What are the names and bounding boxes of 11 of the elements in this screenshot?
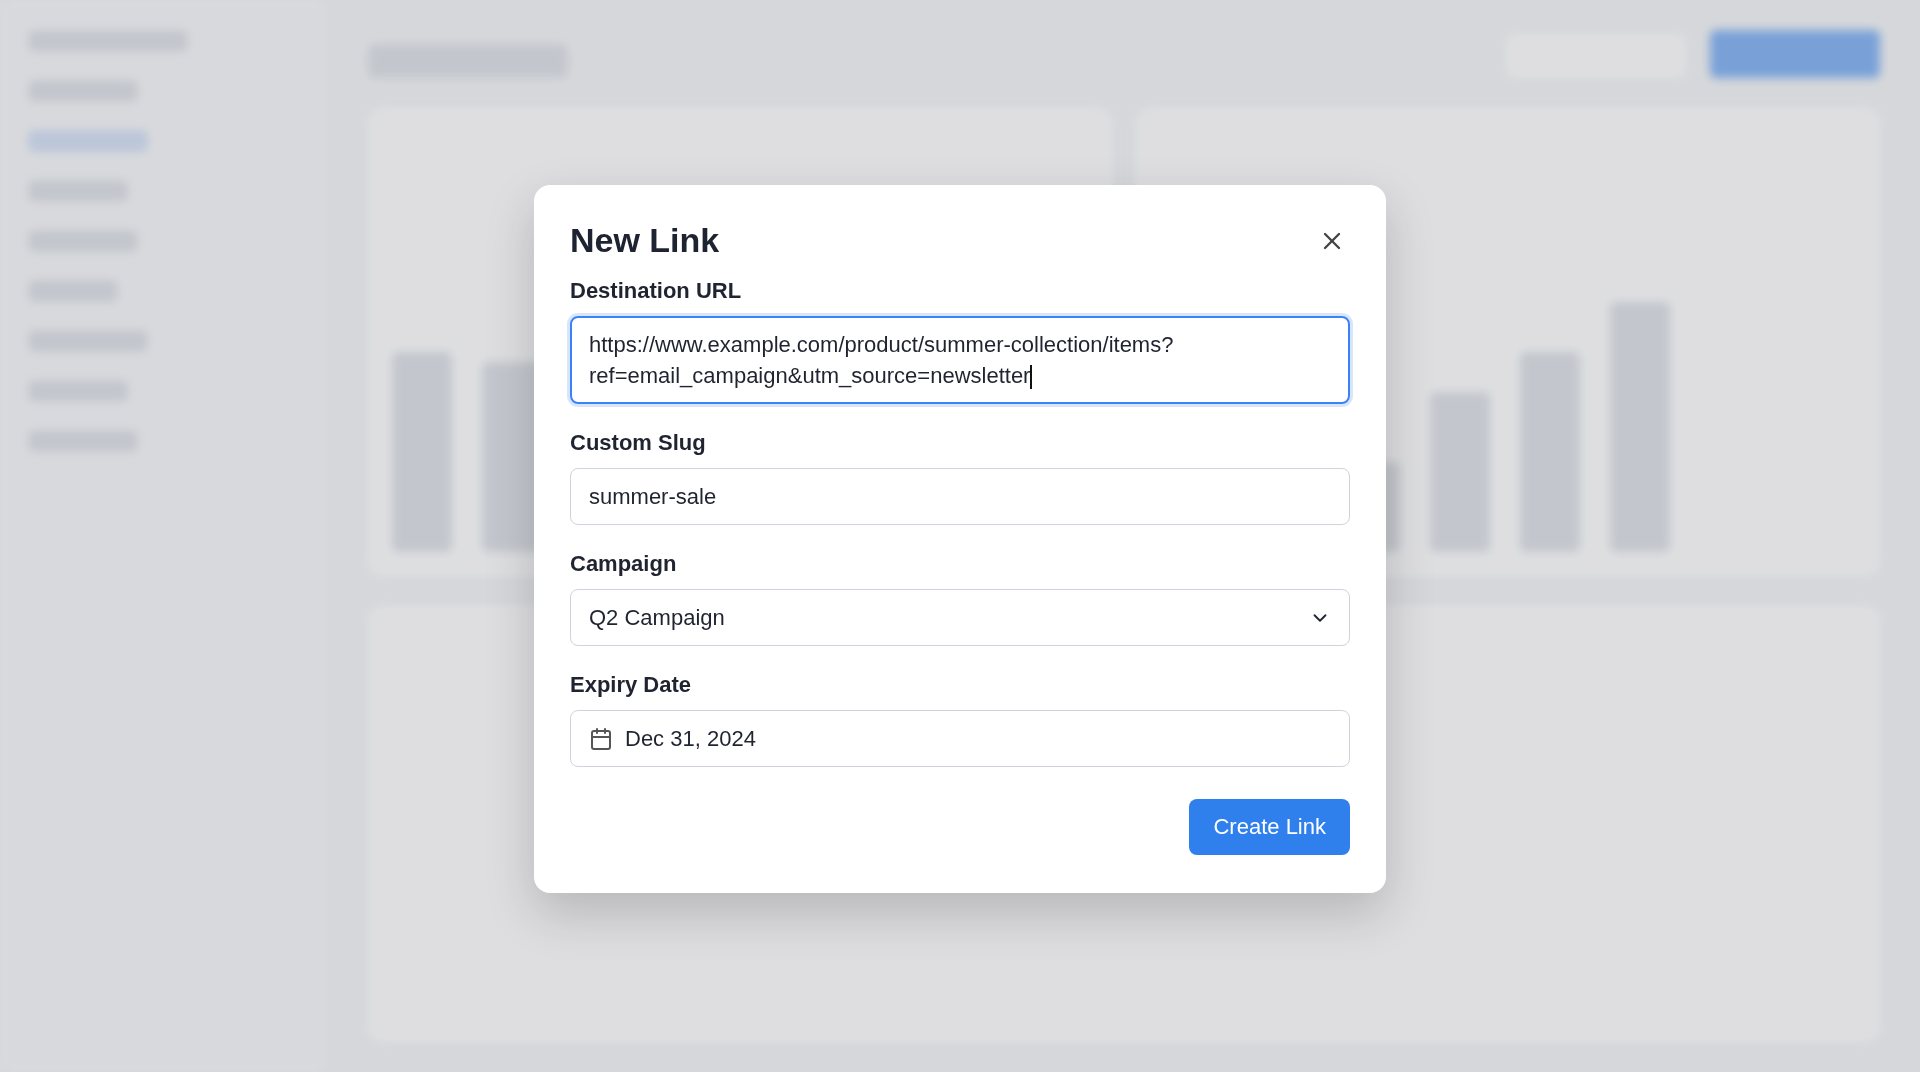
dialog-title: New Link: [570, 221, 720, 260]
input-field[interactable]: summer-sale: [570, 468, 1350, 525]
calendar-icon: [589, 726, 613, 751]
create-link-button[interactable]: Create Link: [1189, 799, 1350, 855]
date-field[interactable]: Dec 31, 2024: [570, 710, 1350, 767]
select-field[interactable]: Q2 Campaign: [570, 589, 1350, 646]
field-label: Destination URL: [570, 278, 743, 304]
input-field[interactable]: https://www.example.com/product/summer-collection/items?ref=email_campaign&utm_source=newsletter: [570, 316, 1350, 404]
field-label: Expiry Date: [570, 672, 693, 698]
field-label: Custom Slug: [570, 430, 707, 456]
field-label: Campaign: [570, 551, 678, 577]
